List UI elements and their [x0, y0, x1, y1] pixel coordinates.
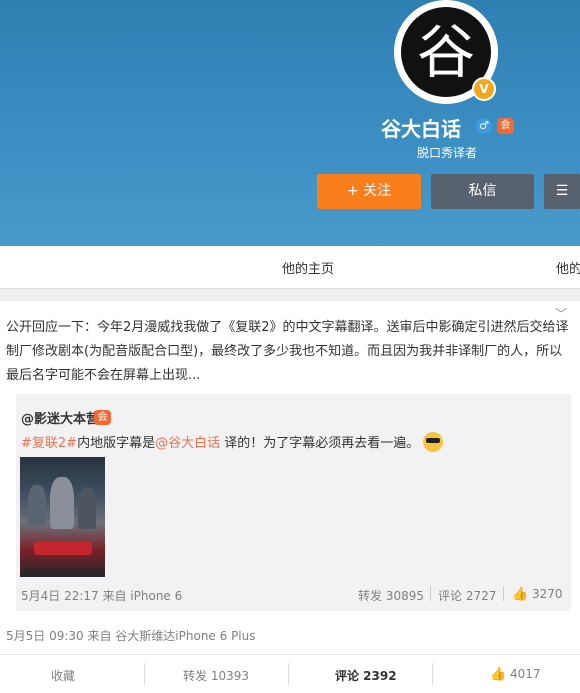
like-count: 4017 — [510, 667, 541, 681]
post-text: 公开回应一下：今年2月漫威找我做了《复联2》的中文字幕翻译。送审后中影确定引进然… — [6, 320, 569, 383]
divider — [144, 663, 145, 685]
tab-home[interactable]: 他的主页 — [282, 258, 334, 277]
verified-badge-icon: V — [472, 77, 496, 101]
poster-title — [34, 541, 92, 555]
divider — [288, 663, 289, 685]
quoted-author[interactable]: @影迷大本营 — [21, 408, 99, 427]
more-menu-icon[interactable]: ☰ — [544, 174, 580, 209]
mention-link[interactable]: @谷大白话 — [155, 436, 220, 451]
hashtag-link[interactable]: #复联2# — [21, 436, 77, 451]
repost-button[interactable]: 转发 10393 — [183, 667, 249, 684]
sunglasses-emoji-icon — [423, 432, 444, 452]
male-icon: ♂ — [476, 118, 492, 134]
profile-nav: 他的主页 他的 — [0, 246, 580, 289]
poster-figure — [78, 487, 96, 529]
poster-figure — [50, 477, 74, 529]
profile-bio: 脱口秀译者 — [417, 146, 478, 160]
quoted-text-end: 译的！为了字幕必须再去看一遍。 — [220, 436, 420, 451]
member-icon: 会 — [94, 410, 111, 425]
divider — [503, 586, 504, 601]
quoted-text: #复联2#内地版字幕是@谷大白话 译的！为了字幕必须再去看一遍。 — [21, 432, 444, 452]
member-icon[interactable]: 会 — [497, 118, 514, 134]
movie-poster-image[interactable] — [20, 457, 105, 577]
follow-button[interactable]: + 关注 — [317, 174, 421, 209]
quoted-like-count: 3270 — [532, 587, 563, 601]
message-button[interactable]: 私信 — [431, 174, 534, 209]
quoted-comment-button[interactable]: 评论 2727 — [438, 587, 496, 604]
divider — [432, 663, 433, 685]
thumbs-up-icon: 👍 — [512, 587, 529, 602]
comment-button[interactable]: 评论 2392 — [335, 667, 397, 684]
quoted-meta[interactable]: 5月4日 22:17 来自 iPhone 6 — [21, 587, 182, 604]
quoted-like-button[interactable]: 👍 3270 — [512, 587, 563, 602]
favorite-button[interactable]: 收藏 — [51, 667, 75, 684]
tab-other[interactable]: 他的 — [556, 258, 580, 277]
post-meta[interactable]: 5月5日 09:30 来自 谷大斯维达iPhone 6 Plus — [6, 627, 256, 644]
profile-name[interactable]: 谷大白话 — [381, 113, 461, 142]
quoted-repost-button[interactable]: 转发 30895 — [358, 587, 424, 604]
like-button[interactable]: 👍 4017 — [490, 667, 541, 682]
quoted-text-mid: 内地版字幕是 — [77, 436, 156, 451]
divider — [430, 586, 431, 601]
post-actions: 收藏 转发 10393 评论 2392 👍 4017 — [0, 654, 580, 693]
thumbs-up-icon: 👍 — [490, 667, 507, 682]
poster-figure — [28, 485, 46, 525]
